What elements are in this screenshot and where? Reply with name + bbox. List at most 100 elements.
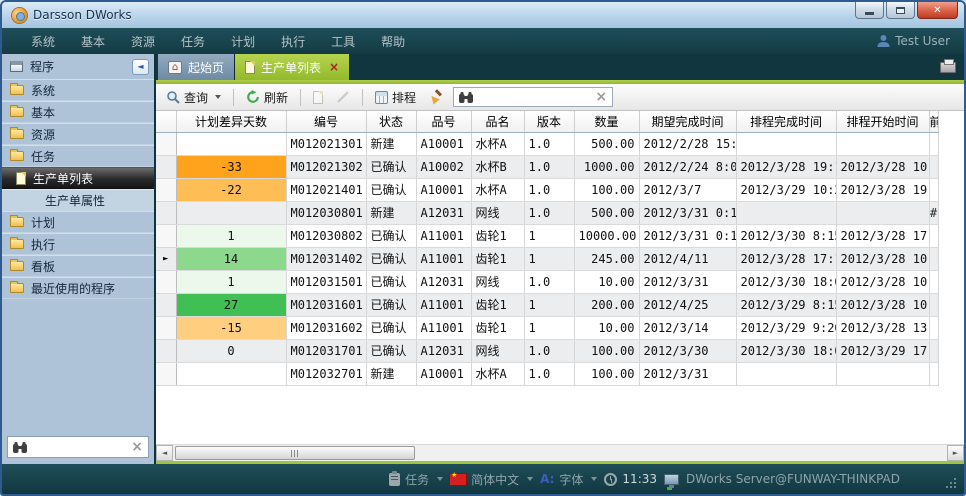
cell[interactable]: A11001 bbox=[416, 316, 471, 339]
cell[interactable]: 1 bbox=[524, 247, 574, 270]
cell-diff-days[interactable]: 27 bbox=[176, 293, 286, 316]
resize-grip[interactable] bbox=[946, 477, 958, 489]
column-header-10[interactable]: 排程开始时间 bbox=[836, 111, 929, 132]
cell[interactable]: 10.00 bbox=[574, 316, 639, 339]
column-header-5[interactable]: 品名 bbox=[471, 111, 524, 132]
task-selector[interactable]: 任务 bbox=[389, 471, 443, 488]
cell[interactable]: A12031 bbox=[416, 339, 471, 362]
row-selector[interactable] bbox=[156, 224, 176, 247]
cell-diff-days[interactable]: -22 bbox=[176, 178, 286, 201]
sidebar-item-7[interactable]: 执行 bbox=[2, 233, 154, 255]
row-selector[interactable] bbox=[156, 132, 176, 155]
menu-item-3[interactable]: 任务 bbox=[168, 33, 218, 50]
cell[interactable]: 已确认 bbox=[366, 316, 416, 339]
sidebar-item-1[interactable]: 基本 bbox=[2, 101, 154, 123]
sidebar-item-8[interactable]: 看板 bbox=[2, 255, 154, 277]
tab-close-icon[interactable]: × bbox=[329, 60, 339, 74]
cell-diff-days[interactable]: -15 bbox=[176, 316, 286, 339]
close-button[interactable]: ✕ bbox=[917, 2, 958, 19]
cell[interactable]: 2012/3/28 10:52 bbox=[836, 293, 929, 316]
cell-flag[interactable] bbox=[929, 339, 938, 362]
column-header-2[interactable]: 编号 bbox=[286, 111, 366, 132]
scrollbar-thumb[interactable] bbox=[175, 446, 415, 460]
cell[interactable]: A12031 bbox=[416, 270, 471, 293]
cell-diff-days[interactable] bbox=[176, 362, 286, 385]
column-header-8[interactable]: 期望完成时间 bbox=[639, 111, 736, 132]
cell[interactable]: A10002 bbox=[416, 155, 471, 178]
table-row[interactable]: 1M012030802已确认A11001齿轮1110000.002012/3/3… bbox=[156, 224, 938, 247]
cell[interactable] bbox=[836, 362, 929, 385]
cell[interactable]: 2012/3/29 9:20 bbox=[736, 316, 836, 339]
cell[interactable]: 1.0 bbox=[524, 362, 574, 385]
cell[interactable]: 2012/4/11 bbox=[639, 247, 736, 270]
cell[interactable]: 1000.00 bbox=[574, 155, 639, 178]
tab-start-page[interactable]: ⌂ 起始页 bbox=[158, 54, 235, 80]
cell[interactable]: M012021301 bbox=[286, 132, 366, 155]
cell[interactable]: 2012/3/31 bbox=[639, 270, 736, 293]
column-header-4[interactable]: 品号 bbox=[416, 111, 471, 132]
cell[interactable]: 245.00 bbox=[574, 247, 639, 270]
cell[interactable] bbox=[736, 362, 836, 385]
column-header-7[interactable]: 数量 bbox=[574, 111, 639, 132]
cell[interactable]: M012031402 bbox=[286, 247, 366, 270]
cell[interactable]: 2012/3/30 18:00 bbox=[736, 270, 836, 293]
cell[interactable]: 网线 bbox=[471, 339, 524, 362]
cell[interactable]: A10001 bbox=[416, 132, 471, 155]
cell-flag[interactable] bbox=[929, 178, 938, 201]
cell-flag[interactable] bbox=[929, 224, 938, 247]
cell[interactable]: M012030802 bbox=[286, 224, 366, 247]
minimize-button[interactable] bbox=[855, 2, 884, 19]
cell[interactable]: M012031601 bbox=[286, 293, 366, 316]
schedule-button[interactable]: 排程 bbox=[371, 87, 420, 108]
maximize-button[interactable] bbox=[886, 2, 915, 19]
cell[interactable]: 10.00 bbox=[574, 270, 639, 293]
sidebar-search-input[interactable] bbox=[32, 440, 126, 454]
cell[interactable]: 1 bbox=[524, 293, 574, 316]
cell[interactable]: 齿轮1 bbox=[471, 293, 524, 316]
table-row[interactable]: -33M012021302已确认A10002水杯B1.01000.002012/… bbox=[156, 155, 938, 178]
cell[interactable]: A11001 bbox=[416, 224, 471, 247]
column-header-0[interactable] bbox=[156, 111, 176, 132]
cell[interactable]: 2012/3/28 10:52 bbox=[836, 155, 929, 178]
cell[interactable]: 已确认 bbox=[366, 224, 416, 247]
cell[interactable]: 齿轮1 bbox=[471, 224, 524, 247]
cell[interactable]: 2012/3/28 19:10 bbox=[736, 155, 836, 178]
cell[interactable]: 1 bbox=[524, 224, 574, 247]
table-row[interactable]: -15M012031602已确认A11001齿轮1110.002012/3/14… bbox=[156, 316, 938, 339]
cell[interactable]: 2012/3/29 10:20 bbox=[736, 178, 836, 201]
horizontal-scrollbar[interactable]: ◄ ► bbox=[156, 444, 964, 461]
column-header-11[interactable]: 前 bbox=[929, 111, 938, 132]
cell[interactable]: 2012/3/29 8:15 bbox=[736, 293, 836, 316]
cell[interactable] bbox=[736, 132, 836, 155]
cell[interactable]: A12031 bbox=[416, 201, 471, 224]
row-selector[interactable] bbox=[156, 362, 176, 385]
sidebar-item-6[interactable]: 计划 bbox=[2, 211, 154, 233]
clear-button[interactable] bbox=[425, 88, 448, 106]
menu-item-2[interactable]: 资源 bbox=[118, 33, 168, 50]
cell[interactable] bbox=[836, 132, 929, 155]
row-selector[interactable] bbox=[156, 316, 176, 339]
sidebar-item-5[interactable]: 生产单属性 bbox=[2, 189, 154, 211]
cell[interactable]: 2012/3/28 19:10 bbox=[836, 178, 929, 201]
cell-diff-days[interactable]: 14 bbox=[176, 247, 286, 270]
cell[interactable]: M012031501 bbox=[286, 270, 366, 293]
language-selector[interactable]: 简体中文 bbox=[450, 471, 533, 488]
sidebar-item-4[interactable]: 生产单列表 bbox=[2, 167, 154, 189]
cell[interactable]: 网线 bbox=[471, 201, 524, 224]
cell[interactable]: 2012/3/28 13:40 bbox=[836, 316, 929, 339]
row-selector[interactable]: ► bbox=[156, 247, 176, 270]
row-selector[interactable] bbox=[156, 155, 176, 178]
cell[interactable]: 2012/4/25 bbox=[639, 293, 736, 316]
cell[interactable]: 2012/2/28 15:00 bbox=[639, 132, 736, 155]
cell[interactable]: 2012/3/30 8:15 bbox=[736, 224, 836, 247]
scroll-left-arrow-icon[interactable]: ◄ bbox=[156, 445, 173, 461]
font-selector[interactable]: A: 字体 bbox=[540, 471, 597, 488]
cell[interactable]: 1.0 bbox=[524, 201, 574, 224]
cell[interactable]: M012031701 bbox=[286, 339, 366, 362]
new-button[interactable] bbox=[309, 89, 327, 106]
cell-flag[interactable] bbox=[929, 293, 938, 316]
cell[interactable]: 2012/3/28 10:52 bbox=[836, 247, 929, 270]
cell[interactable]: 水杯A bbox=[471, 178, 524, 201]
cell[interactable]: 1.0 bbox=[524, 178, 574, 201]
cell[interactable] bbox=[836, 201, 929, 224]
